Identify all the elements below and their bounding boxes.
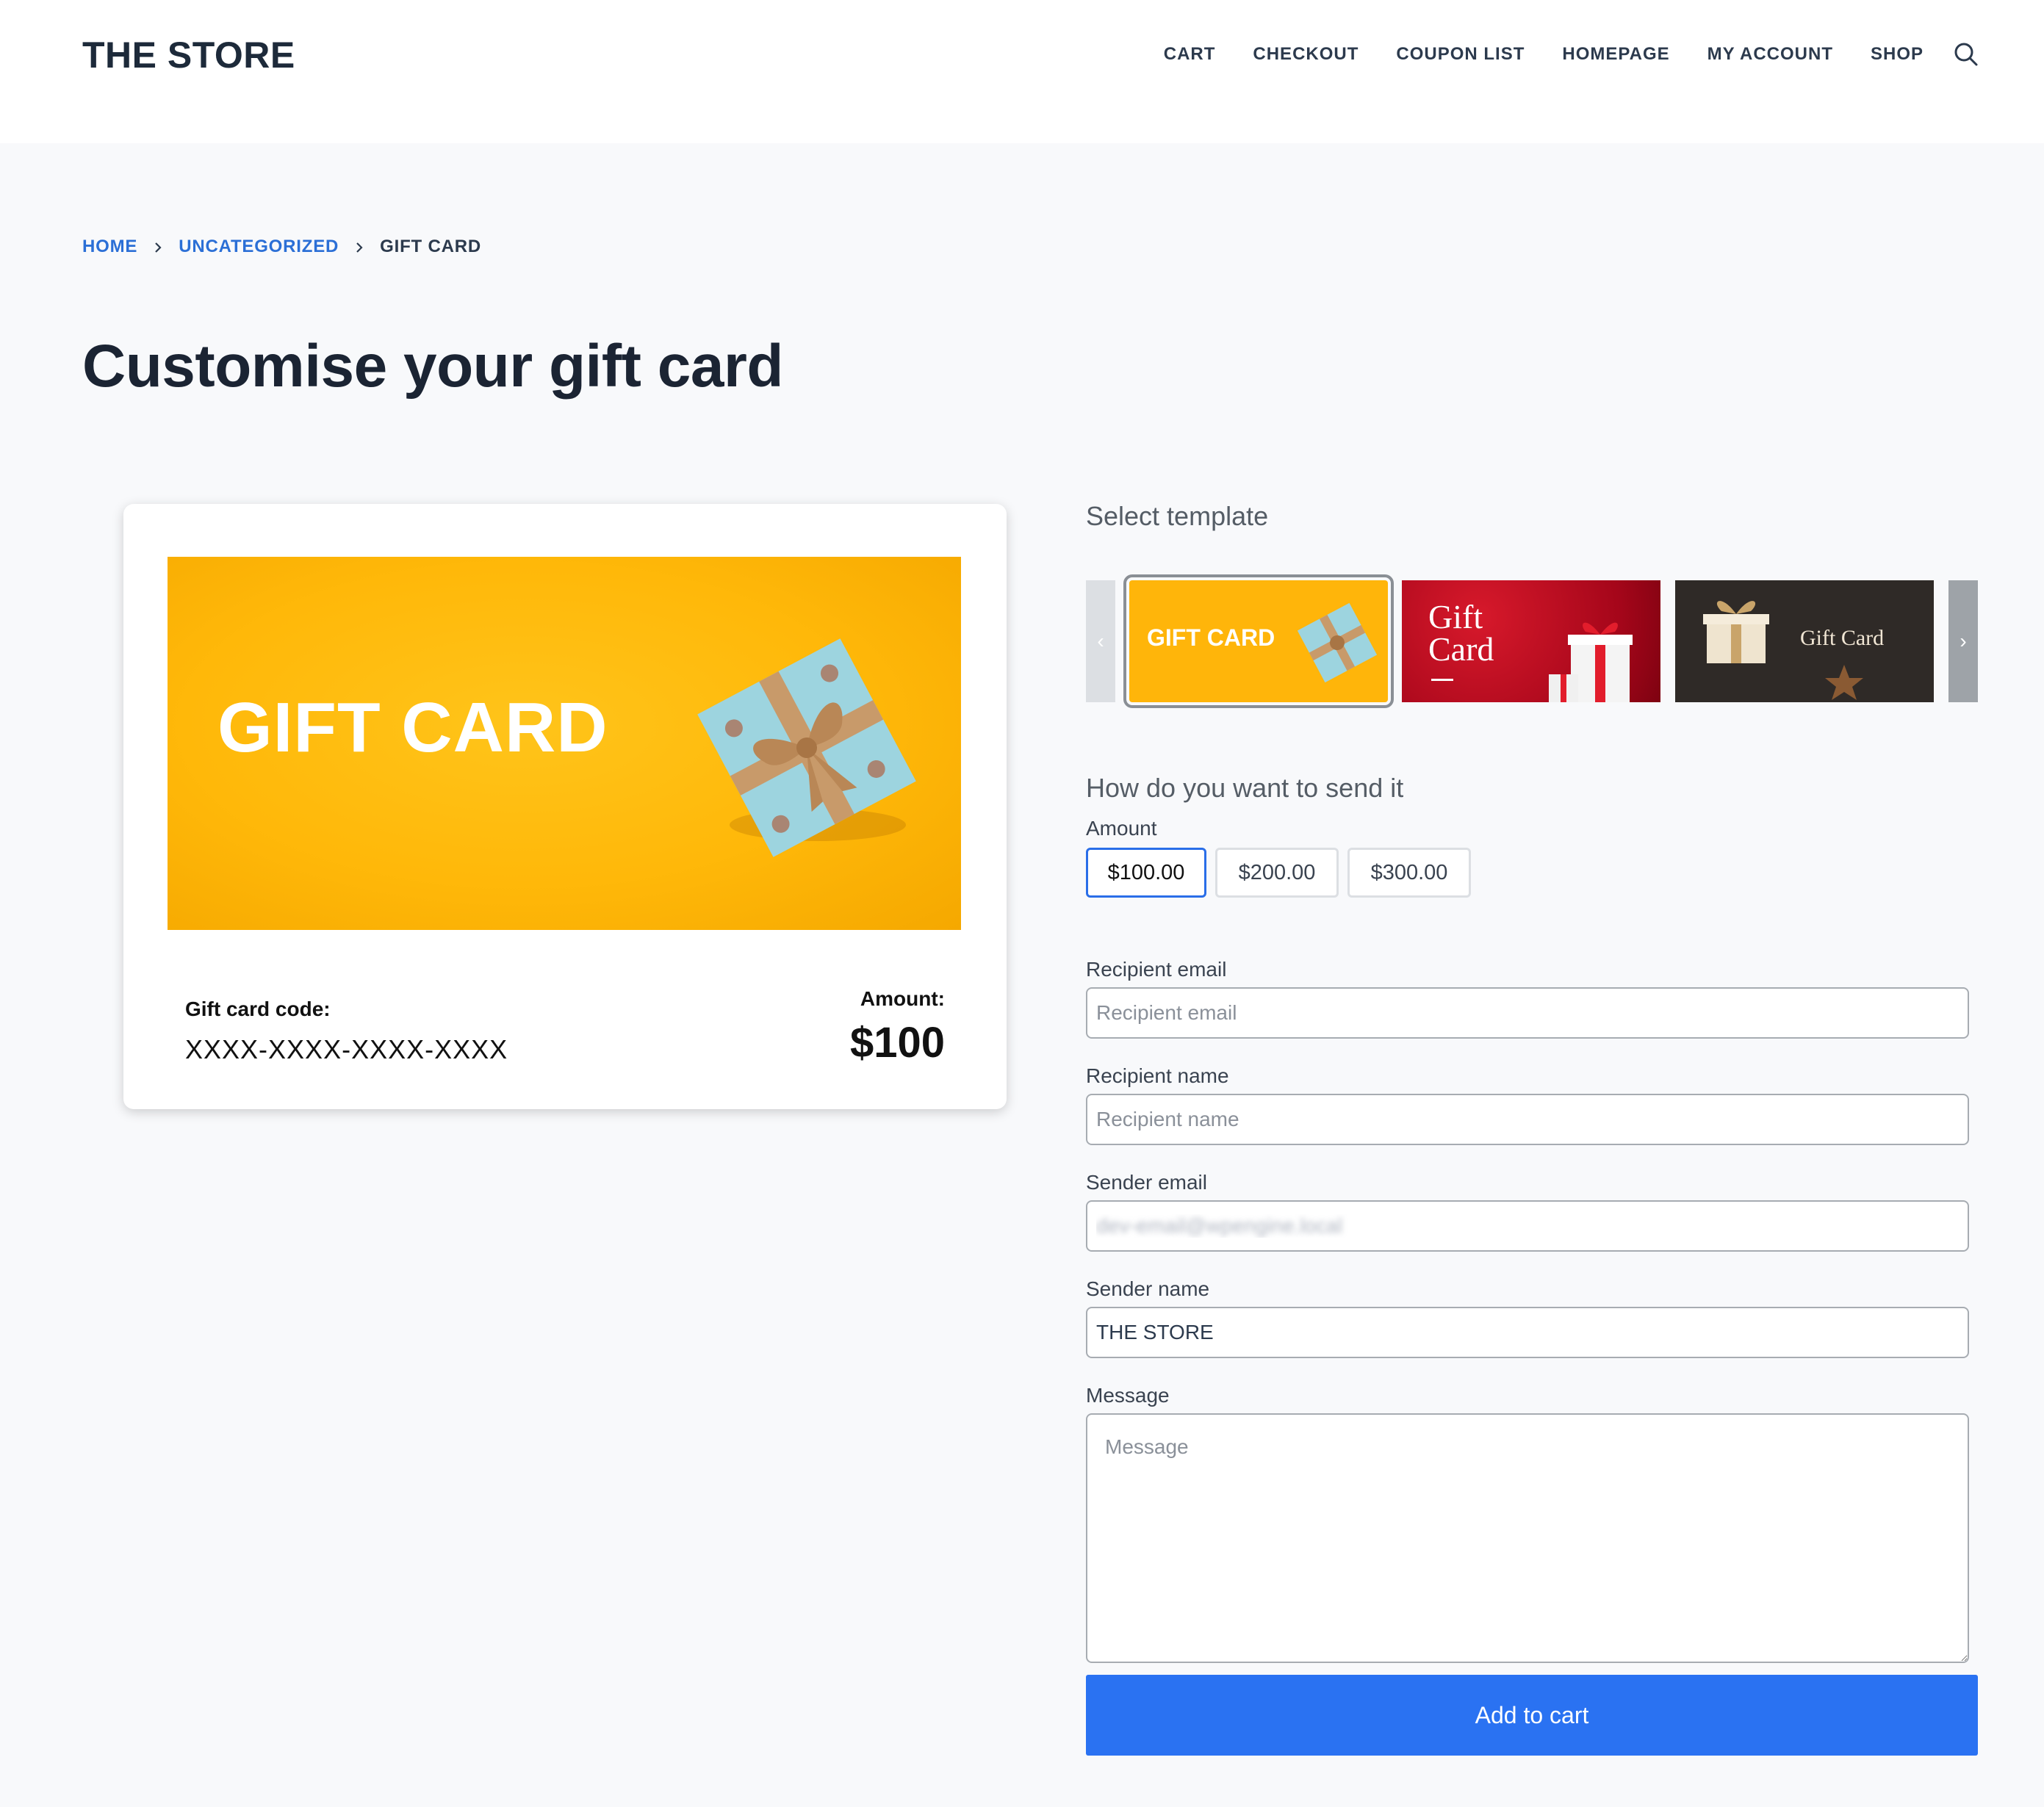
message-label: Message <box>1086 1384 1170 1407</box>
main-nav: CART CHECKOUT COUPON LIST HOMEPAGE MY AC… <box>1126 41 1979 68</box>
carousel-prev-button[interactable]: ‹ <box>1086 580 1115 702</box>
add-to-cart-button[interactable]: Add to cart <box>1086 1675 1978 1756</box>
template-label: Gift Card <box>1428 598 1494 668</box>
gift-box-icon <box>1297 602 1378 683</box>
sender-email-field[interactable] <box>1086 1200 1969 1252</box>
nav-checkout[interactable]: CHECKOUT <box>1253 44 1359 65</box>
nav-homepage[interactable]: HOMEPAGE <box>1562 44 1669 65</box>
recipient-name-label: Recipient name <box>1086 1064 1229 1087</box>
template-carousel: ‹ GIFT CARD Gift Card Gift Card › <box>1086 574 1978 708</box>
nav-my-account[interactable]: MY ACCOUNT <box>1707 44 1833 65</box>
amount-option-100[interactable]: $100.00 <box>1086 848 1206 898</box>
gift-card-image-text: GIFT CARD <box>217 688 608 767</box>
recipient-email-label: Recipient email <box>1086 958 1227 981</box>
gift-card-image: GIFT CARD <box>168 557 961 930</box>
breadcrumb: HOME UNCATEGORIZED GIFT CARD <box>82 237 481 257</box>
gift-card-code-label: Gift card code: <box>185 998 331 1020</box>
template-option-yellow[interactable]: GIFT CARD <box>1123 574 1394 708</box>
amount-options: $100.00 $200.00 $300.00 <box>1086 848 1471 898</box>
amount-option-300[interactable]: $300.00 <box>1347 848 1471 898</box>
nav-coupon-list[interactable]: COUPON LIST <box>1396 44 1525 65</box>
gift-card-amount-value: $100 <box>849 1019 945 1067</box>
recipient-email-field[interactable] <box>1086 987 1969 1039</box>
message-field[interactable] <box>1086 1413 1969 1663</box>
nav-shop[interactable]: SHOP <box>1871 44 1924 65</box>
recipient-name-field[interactable] <box>1086 1094 1969 1145</box>
nav-cart[interactable]: CART <box>1164 44 1216 65</box>
template-label: Gift Card <box>1800 626 1885 650</box>
gift-card-amount-label: Amount: <box>860 987 945 1010</box>
star-icon <box>1825 665 1863 700</box>
gift-box-icon <box>1703 601 1769 663</box>
page-title: Customise your gift card <box>82 333 783 400</box>
sender-name-label: Sender name <box>1086 1277 1210 1300</box>
sender-name-field[interactable] <box>1086 1307 1969 1358</box>
gift-box-icon <box>1549 622 1633 702</box>
gift-card-preview: GIFT CARD Gift card code: XXXX-XXXX-XXXX… <box>123 504 1007 1109</box>
carousel-next-button[interactable]: › <box>1948 580 1978 702</box>
amount-label: Amount <box>1086 817 1157 840</box>
select-template-title: Select template <box>1086 501 1269 531</box>
chevron-right-icon <box>151 239 165 254</box>
site-brand[interactable]: THE STORE <box>82 34 295 76</box>
template-divider <box>1431 679 1453 681</box>
breadcrumb-category[interactable]: UNCATEGORIZED <box>179 237 339 257</box>
site-header: THE STORE CART CHECKOUT COUPON LIST HOME… <box>0 0 2044 143</box>
gift-box-icon <box>697 638 916 857</box>
template-option-dark[interactable]: Gift Card <box>1675 580 1934 702</box>
sender-email-label: Sender email <box>1086 1171 1207 1194</box>
template-label: GIFT CARD <box>1147 624 1275 651</box>
search-icon[interactable] <box>1953 41 1979 68</box>
gift-card-code-value: XXXX-XXXX-XXXX-XXXX <box>185 1034 508 1064</box>
amount-option-200[interactable]: $200.00 <box>1215 848 1339 898</box>
chevron-right-icon <box>352 239 367 254</box>
breadcrumb-current: GIFT CARD <box>380 237 482 256</box>
template-option-red[interactable]: Gift Card <box>1402 580 1660 702</box>
send-section-title: How do you want to send it <box>1086 773 1404 803</box>
breadcrumb-home[interactable]: HOME <box>82 237 137 257</box>
